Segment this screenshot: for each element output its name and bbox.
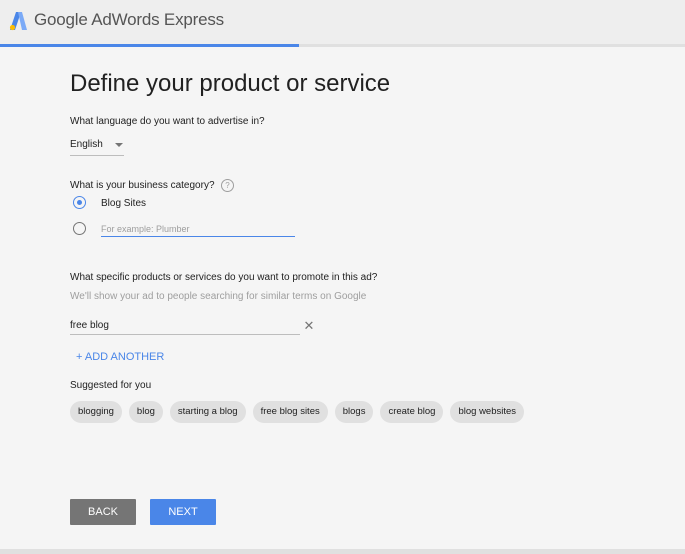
progress-fill (0, 44, 300, 47)
products-question: What specific products or services do yo… (70, 272, 378, 283)
page-title: Define your product or service (70, 70, 391, 97)
suggestion-chip[interactable]: free blog sites (252, 401, 328, 423)
adwords-logo-icon (9, 12, 27, 31)
category-other-input[interactable] (101, 221, 295, 237)
chevron-down-icon (115, 143, 123, 147)
suggestion-chip[interactable]: starting a blog (169, 401, 246, 423)
suggestion-chip[interactable]: blog (128, 401, 163, 423)
language-selected-value: English (70, 139, 103, 150)
back-button[interactable]: BACK (70, 499, 136, 525)
close-icon[interactable]: ✕ (303, 319, 315, 332)
keyword-value: free blog (70, 320, 109, 331)
progress-bar (0, 44, 685, 47)
suggestion-chip[interactable]: create blog (380, 401, 444, 423)
keyword-input[interactable]: free blog (70, 318, 300, 335)
add-another-button[interactable]: + ADD ANOTHER (76, 351, 164, 363)
help-icon[interactable]: ? (221, 179, 234, 192)
category-selected-label: Blog Sites (101, 198, 147, 209)
suggestion-chips: blogging blog starting a blog free blog … (70, 401, 525, 423)
suggestion-chip[interactable]: blog websites (450, 401, 525, 423)
top-bar: Google AdWords Express (0, 0, 685, 46)
suggestions-label: Suggested for you (70, 380, 152, 391)
category-radio-other[interactable] (73, 222, 86, 235)
category-radio-selected[interactable] (73, 196, 86, 209)
language-question: What language do you want to advertise i… (70, 116, 265, 127)
brand-name: Google AdWords Express (34, 10, 224, 29)
category-question: What is your business category? (70, 180, 215, 191)
suggestion-chip[interactable]: blogs (334, 401, 374, 423)
bottom-divider (0, 549, 685, 554)
products-hint: We'll show your ad to people searching f… (70, 291, 367, 302)
suggestion-chip[interactable]: blogging (70, 401, 122, 423)
language-select[interactable]: English (70, 137, 124, 156)
next-button[interactable]: NEXT (150, 499, 216, 525)
